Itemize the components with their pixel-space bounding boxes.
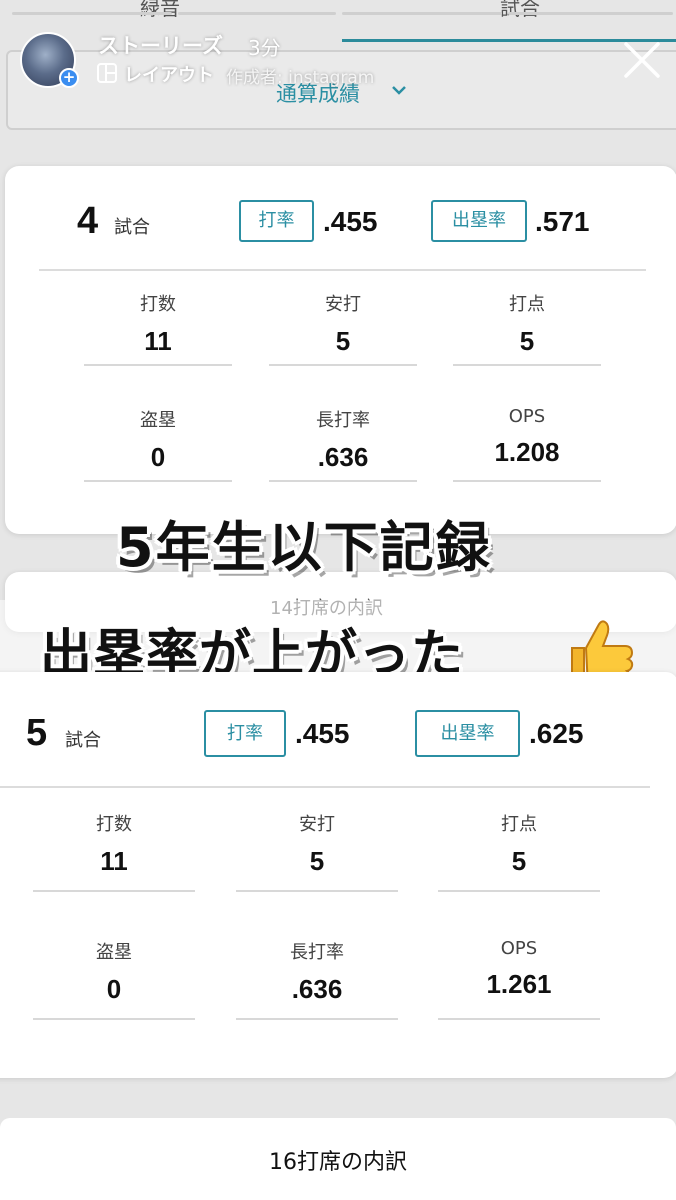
tab-underline [342, 12, 502, 15]
stat-value: .636 [317, 442, 369, 472]
stat-steals: 盗塁 0 [33, 938, 195, 1020]
stat-underline [438, 1018, 600, 1020]
obp-label: 出塁率 [415, 710, 520, 757]
stat-value: 5 [519, 326, 535, 356]
games-count: 5 [26, 712, 48, 754]
stats-card-4-games: 4 試合 打率 .455 出塁率 .571 打数 11 安打 5 打点 5 盗塁… [5, 166, 676, 534]
stat-label: 盗塁 [140, 410, 176, 431]
stats-card-5-games: 5 試合 打率 .455 出塁率 .625 打数 11 安打 5 打点 5 盗塁… [0, 672, 676, 1078]
stat-at-bats: 打数 11 [33, 810, 195, 892]
avg-value: .455 [323, 206, 378, 237]
stat-value: 0 [106, 974, 122, 1004]
stat-label: 打数 [140, 294, 176, 315]
stat-label: 安打 [325, 294, 361, 315]
stat-underline [236, 1018, 398, 1020]
stat-label: 長打率 [290, 942, 344, 963]
avg-value: .455 [295, 718, 350, 749]
stat-label: 打点 [509, 294, 545, 315]
stat-underline [438, 890, 600, 892]
stat-label: 打点 [501, 814, 537, 835]
close-icon[interactable] [622, 40, 662, 80]
stat-hits: 安打 5 [236, 810, 398, 892]
obp-label: 出塁率 [431, 200, 527, 242]
stat-label: 長打率 [316, 410, 370, 431]
stat-value: 1.261 [486, 969, 552, 999]
stat-value: 11 [144, 326, 172, 356]
stat-value: 0 [150, 442, 166, 472]
story-author-link[interactable]: 作成者: instagram [226, 63, 374, 88]
obp-value: .571 [535, 206, 590, 237]
avg-label: 打率 [204, 710, 286, 757]
games-unit: 試合 [65, 730, 101, 751]
stat-label: OPS [508, 406, 546, 427]
stat-underline [453, 480, 601, 482]
stat-value: 11 [100, 846, 128, 876]
stat-label: OPS [500, 938, 538, 959]
stat-underline [453, 364, 601, 366]
divider [39, 269, 646, 271]
story-time: 3分 [248, 36, 281, 60]
avg-label: 打率 [239, 200, 314, 242]
tab-right[interactable]: 試合 [500, 0, 540, 21]
stat-label: 安打 [299, 814, 335, 835]
story-username[interactable]: ストーリーズ [98, 30, 223, 60]
stat-slugging: 長打率 .636 [236, 938, 398, 1020]
games-count: 4 [77, 200, 99, 242]
plate-appearance-breakdown[interactable]: 16打席の内訳 [0, 1118, 676, 1200]
caption-line-1: 5年生以下記録 [116, 516, 492, 579]
stat-slugging: 長打率 .636 [269, 406, 417, 482]
stat-label: 盗塁 [96, 942, 132, 963]
stat-at-bats: 打数 11 [84, 290, 232, 366]
stat-underline [84, 480, 232, 482]
stat-underline [236, 890, 398, 892]
stat-underline [269, 364, 417, 366]
season-select[interactable]: 通算成績 [6, 50, 676, 130]
tab-underline [508, 12, 673, 15]
stat-underline [269, 480, 417, 482]
layout-icon [97, 63, 117, 83]
tab-underline [12, 12, 172, 15]
stat-underline [84, 364, 232, 366]
stat-value: .636 [291, 974, 343, 1004]
games-unit: 試合 [114, 217, 150, 238]
tab-left[interactable]: 緑音 [140, 0, 180, 21]
chevron-down-icon [392, 86, 406, 95]
stat-rbi: 打点 5 [438, 810, 600, 892]
stat-ops: OPS 1.208 [453, 406, 601, 482]
add-icon[interactable]: + [59, 68, 79, 88]
stat-value: 1.208 [494, 437, 560, 467]
breakdown-label: 16打席の内訳 [269, 1150, 407, 1175]
top-tabs: 緑音 試合 [0, 0, 676, 22]
stat-ops: OPS 1.261 [438, 938, 600, 1020]
stat-hits: 安打 5 [269, 290, 417, 366]
stat-value: 5 [335, 326, 351, 356]
stat-steals: 盗塁 0 [84, 406, 232, 482]
story-layout-label[interactable]: レイアウト [124, 61, 214, 87]
stat-value: 5 [511, 846, 527, 876]
stat-underline [33, 890, 195, 892]
divider [0, 786, 650, 788]
stat-underline [33, 1018, 195, 1020]
obp-value: .625 [529, 718, 584, 749]
stat-rbi: 打点 5 [453, 290, 601, 366]
tab-underline [178, 12, 336, 15]
stat-label: 打数 [96, 814, 132, 835]
stat-value: 5 [309, 846, 325, 876]
